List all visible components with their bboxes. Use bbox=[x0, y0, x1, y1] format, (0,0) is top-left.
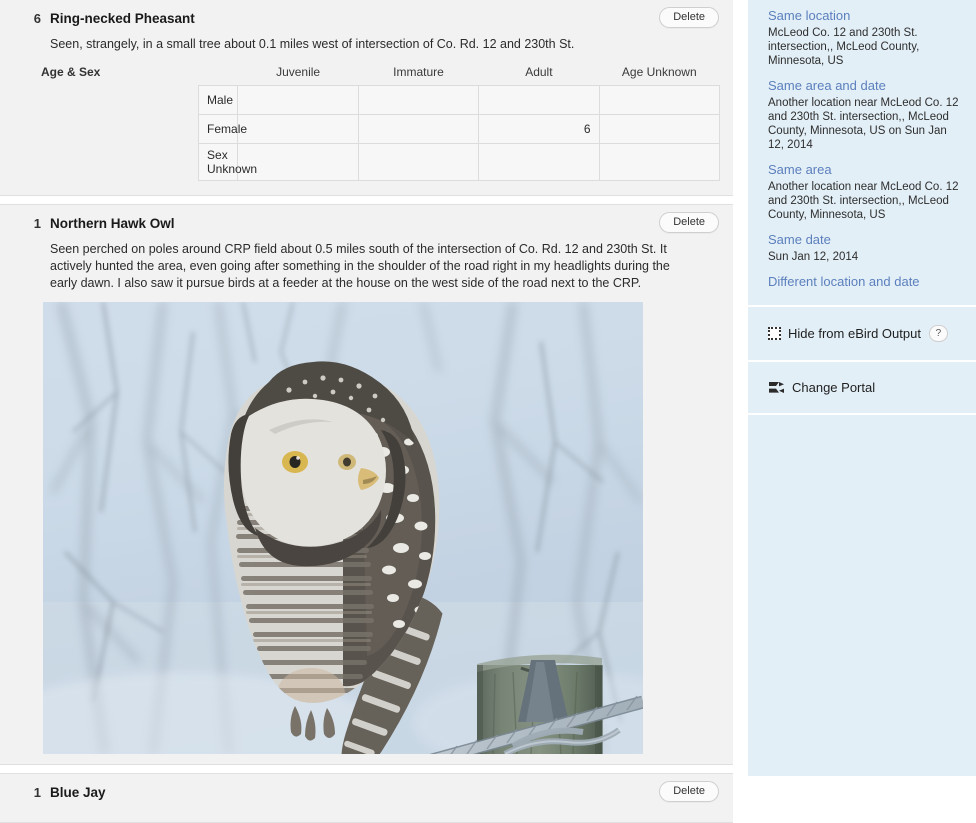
section-separator bbox=[0, 196, 733, 204]
cell-female-immature[interactable] bbox=[357, 114, 480, 144]
species-count: 1 bbox=[33, 785, 41, 800]
section-separator bbox=[0, 765, 733, 773]
species-list: 6 Ring-necked Pheasant Delete Seen, stra… bbox=[0, 0, 733, 823]
hide-from-ebird-output-row[interactable]: Hide from eBird Output ? bbox=[748, 307, 976, 360]
species-entry-ring-necked-pheasant: 6 Ring-necked Pheasant Delete Seen, stra… bbox=[0, 0, 733, 196]
checklist-page: 6 Ring-necked Pheasant Delete Seen, stra… bbox=[0, 0, 976, 823]
cell-sex-unknown-immature[interactable] bbox=[357, 143, 480, 181]
age-sex-table: Age & Sex Juvenile Immature Adult Age Un… bbox=[41, 65, 721, 181]
species-header: 6 Ring-necked Pheasant Delete bbox=[0, 0, 733, 28]
checkbox-icon[interactable] bbox=[768, 327, 781, 340]
sidebar-link-same-location[interactable]: Same location bbox=[768, 7, 962, 25]
species-count: 1 bbox=[33, 216, 41, 231]
change-portal-row[interactable]: Change Portal bbox=[748, 362, 976, 413]
column-header-immature: Immature bbox=[393, 65, 444, 79]
cell-male-adult[interactable] bbox=[478, 85, 600, 115]
species-photo[interactable] bbox=[43, 302, 643, 754]
table-row: Sex Unknown bbox=[41, 143, 721, 181]
delete-button[interactable]: Delete bbox=[659, 781, 719, 802]
age-sex-section: Age & Sex Juvenile Immature Adult Age Un… bbox=[0, 53, 733, 195]
species-count: 6 bbox=[33, 11, 41, 26]
age-sex-title: Age & Sex bbox=[41, 65, 101, 80]
table-spacer bbox=[199, 65, 238, 86]
cell-female-age-unknown[interactable] bbox=[598, 114, 721, 144]
cell-male-age-unknown[interactable] bbox=[598, 85, 721, 115]
cell-male-immature[interactable] bbox=[357, 85, 480, 115]
species-name: Ring-necked Pheasant bbox=[50, 11, 195, 26]
species-notes: Seen perched on poles around CRP field a… bbox=[50, 242, 670, 290]
column-gutter bbox=[733, 0, 748, 776]
change-portal-label: Change Portal bbox=[792, 380, 876, 395]
sidebar: Same location McLeod Co. 12 and 230th St… bbox=[748, 0, 976, 776]
sidebar-divider bbox=[748, 413, 976, 415]
shuffle-arrows-icon bbox=[768, 380, 786, 395]
hide-from-ebird-output-label: Hide from eBird Output bbox=[788, 326, 921, 341]
cell-female-juvenile[interactable] bbox=[237, 114, 359, 144]
row-spacer bbox=[41, 115, 199, 144]
cell-sex-unknown-age-unknown[interactable] bbox=[598, 143, 721, 181]
sidebar-desc-same-area-and-date: Another location near McLeod Co. 12 and … bbox=[768, 97, 959, 151]
help-icon[interactable]: ? bbox=[928, 325, 948, 342]
sidebar-desc-same-area: Another location near McLeod Co. 12 and … bbox=[768, 181, 959, 221]
cell-sex-unknown-adult[interactable] bbox=[478, 143, 600, 181]
species-notes: Seen, strangely, in a small tree about 0… bbox=[50, 37, 575, 51]
row-header-sex-unknown: Sex Unknown bbox=[198, 143, 257, 181]
table-header-row: Age & Sex Juvenile Immature Adult Age Un… bbox=[41, 65, 720, 86]
species-name: Northern Hawk Owl bbox=[50, 216, 175, 231]
species-header: 1 Northern Hawk Owl Delete bbox=[0, 205, 733, 233]
sidebar-link-same-area[interactable]: Same area bbox=[768, 161, 962, 179]
column-header-age-unknown: Age Unknown bbox=[621, 65, 697, 79]
sidebar-link-different-location-and-date[interactable]: Different location and date bbox=[768, 273, 962, 291]
species-photo-wrapper bbox=[0, 292, 733, 764]
row-header-female: Female bbox=[198, 114, 247, 144]
species-entry-northern-hawk-owl: 1 Northern Hawk Owl Delete Seen perched … bbox=[0, 204, 733, 765]
row-spacer bbox=[41, 144, 199, 181]
row-spacer bbox=[41, 86, 199, 115]
cell-female-adult[interactable]: 6 bbox=[478, 114, 600, 144]
row-header-male: Male bbox=[198, 85, 239, 115]
column-header-adult: Adult bbox=[525, 65, 553, 79]
sidebar-link-same-date[interactable]: Same date bbox=[768, 231, 962, 249]
sidebar-desc-same-location: McLeod Co. 12 and 230th St. intersection… bbox=[768, 27, 920, 67]
sidebar-links-section: Same location McLeod Co. 12 and 230th St… bbox=[748, 0, 976, 305]
sidebar-desc-same-date: Sun Jan 12, 2014 bbox=[768, 251, 859, 263]
species-name: Blue Jay bbox=[50, 785, 106, 800]
species-entry-blue-jay: 1 Blue Jay Delete bbox=[0, 773, 733, 823]
table-row: Female 6 bbox=[41, 114, 721, 144]
delete-button[interactable]: Delete bbox=[659, 7, 719, 28]
sidebar-link-same-area-and-date[interactable]: Same area and date bbox=[768, 77, 962, 95]
column-header-juvenile: Juvenile bbox=[276, 65, 321, 79]
delete-button[interactable]: Delete bbox=[659, 212, 719, 233]
table-row: Male bbox=[41, 85, 721, 115]
cell-male-juvenile[interactable] bbox=[237, 85, 359, 115]
species-header: 1 Blue Jay Delete bbox=[0, 774, 733, 802]
